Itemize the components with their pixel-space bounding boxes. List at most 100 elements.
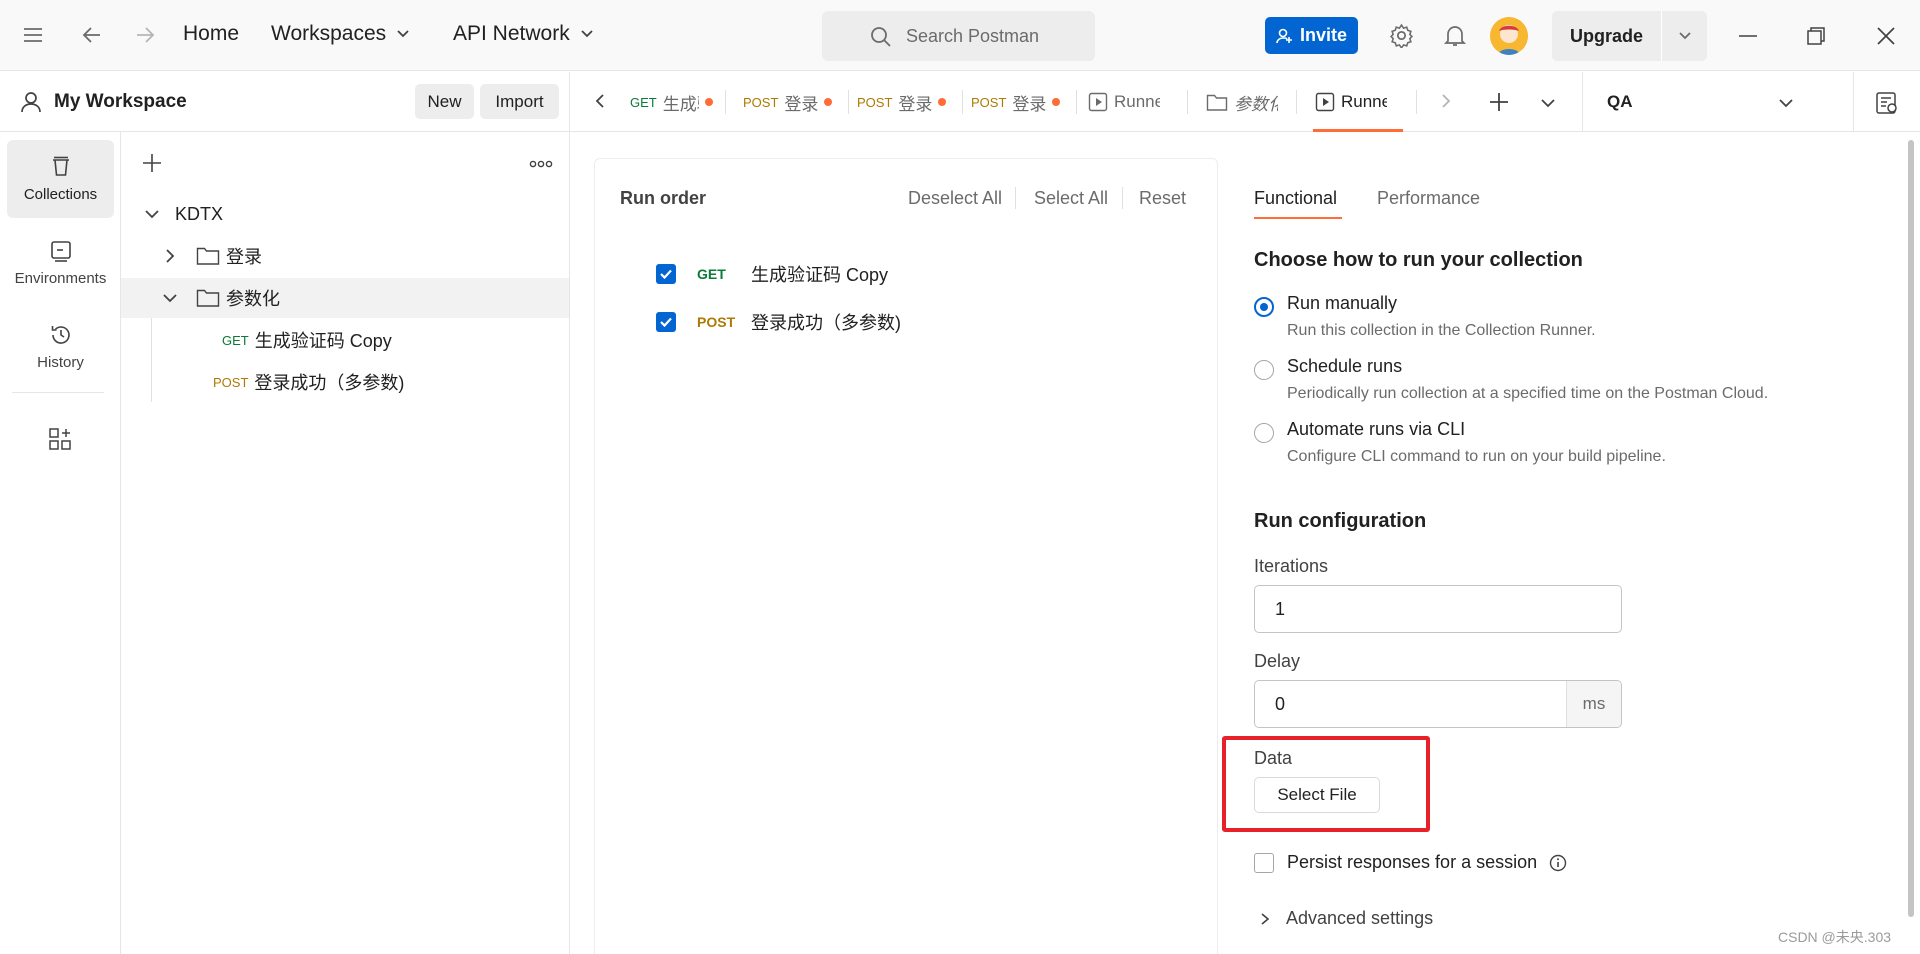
tab-request[interactable]: GET 生成验 bbox=[630, 72, 720, 132]
request-name: 生成验证码 Copy bbox=[751, 265, 889, 285]
folder-icon bbox=[196, 247, 220, 265]
tab-list-chevron-icon[interactable] bbox=[1540, 95, 1556, 111]
divider bbox=[1076, 90, 1077, 114]
invite-button[interactable]: Invite bbox=[1265, 17, 1358, 54]
collection-search-input[interactable] bbox=[177, 146, 517, 182]
checkbox-checked[interactable] bbox=[656, 312, 676, 332]
api-network-menu[interactable]: API Network bbox=[453, 22, 594, 46]
request-name: 登录成功（多参数) bbox=[751, 313, 901, 333]
advanced-settings-toggle[interactable]: Advanced settings bbox=[1258, 908, 1433, 929]
checkbox-unchecked[interactable] bbox=[1254, 852, 1274, 873]
back-arrow-icon[interactable] bbox=[81, 24, 103, 46]
settings-gear-icon[interactable] bbox=[1389, 23, 1414, 48]
method-badge: POST bbox=[743, 94, 779, 110]
upgrade-button[interactable]: Upgrade bbox=[1552, 11, 1707, 61]
method-badge: POST bbox=[213, 374, 249, 390]
run-order-item[interactable]: GET 生成验证码 Copy bbox=[656, 261, 888, 287]
run-order-item[interactable]: POST 登录成功（多参数) bbox=[656, 309, 901, 335]
tree-collection[interactable]: KDTX bbox=[121, 194, 569, 234]
tree-request[interactable]: GET 生成验证码 Copy bbox=[121, 320, 569, 360]
tab-performance[interactable]: Performance bbox=[1377, 188, 1480, 209]
checkbox-checked[interactable] bbox=[656, 264, 676, 284]
chevron-down-icon bbox=[1779, 99, 1793, 108]
scrollbar[interactable] bbox=[1908, 140, 1914, 917]
method-badge: GET bbox=[630, 94, 657, 110]
tab-functional[interactable]: Functional bbox=[1254, 188, 1337, 209]
folder-name: 登录 bbox=[226, 247, 262, 267]
environment-selector[interactable]: QA bbox=[1583, 72, 1823, 132]
avatar[interactable] bbox=[1490, 17, 1528, 55]
chevron-right-icon bbox=[166, 249, 175, 263]
workspace-name[interactable]: My Workspace bbox=[54, 91, 187, 113]
more-options-icon[interactable] bbox=[529, 160, 553, 168]
reset-button[interactable]: Reset bbox=[1139, 188, 1186, 209]
rail-history[interactable]: History bbox=[7, 308, 114, 386]
select-file-button[interactable]: Select File bbox=[1254, 777, 1380, 813]
notification-bell-icon[interactable] bbox=[1443, 23, 1467, 48]
tab-runner[interactable]: Runne bbox=[1088, 72, 1170, 132]
restore-window-icon[interactable] bbox=[1806, 26, 1826, 46]
tab-request[interactable]: POST 登录 bbox=[971, 72, 1071, 132]
folder-icon bbox=[196, 289, 220, 307]
run-config-heading: Run configuration bbox=[1254, 510, 1427, 532]
iterations-label: Iterations bbox=[1254, 556, 1329, 576]
radio-unselected[interactable] bbox=[1254, 360, 1274, 380]
chevron-down-icon bbox=[397, 30, 409, 38]
tab-folder[interactable]: 参数化 bbox=[1206, 72, 1288, 132]
data-label: Data bbox=[1254, 748, 1293, 768]
forward-arrow-icon[interactable] bbox=[134, 24, 156, 46]
menu-icon[interactable] bbox=[22, 24, 44, 46]
import-button[interactable]: Import bbox=[480, 84, 559, 119]
tab-label: 登录 bbox=[1012, 94, 1047, 114]
option-description: Run this collection in the Collection Ru… bbox=[1287, 322, 1596, 339]
delay-unit: ms bbox=[1566, 681, 1621, 727]
deselect-all-button[interactable]: Deselect All bbox=[908, 188, 1002, 209]
tab-scroll-left-icon[interactable] bbox=[592, 93, 608, 109]
history-icon bbox=[51, 325, 70, 344]
tab-scroll-right-icon[interactable] bbox=[1438, 93, 1454, 109]
delay-input[interactable]: 0 ms bbox=[1254, 680, 1622, 728]
run-config-panel: Functional Performance Choose how to run… bbox=[1218, 132, 1900, 954]
option-description: Configure CLI command to run on your bui… bbox=[1287, 448, 1666, 465]
radio-unselected[interactable] bbox=[1254, 423, 1274, 443]
rail-environments[interactable]: Environments bbox=[7, 224, 114, 302]
tab-label: Runne bbox=[1114, 92, 1160, 111]
unsaved-dot bbox=[704, 98, 713, 106]
chevron-down-icon bbox=[581, 30, 593, 38]
rail-collections[interactable]: Collections bbox=[7, 140, 114, 218]
new-tab-plus-icon[interactable] bbox=[1488, 91, 1510, 113]
tree-request[interactable]: POST 登录成功（多参数) bbox=[121, 362, 569, 402]
home-link[interactable]: Home bbox=[183, 22, 239, 46]
search-icon bbox=[870, 26, 892, 48]
add-user-icon bbox=[1276, 28, 1292, 43]
request-name: 生成验证码 Copy bbox=[254, 331, 392, 351]
option-title: Schedule runs bbox=[1287, 356, 1403, 376]
api-network-label: API Network bbox=[453, 22, 570, 45]
persist-label: Persist responses for a session bbox=[1287, 852, 1538, 872]
minimize-icon[interactable] bbox=[1737, 26, 1759, 46]
tab-bar: GET 生成验 POST 登录 POST 登录 POST 登录 Runne 参数… bbox=[570, 72, 1920, 132]
workspaces-menu[interactable]: Workspaces bbox=[271, 22, 410, 46]
tree-folder-selected[interactable]: 参数化 bbox=[121, 278, 569, 318]
collections-icon bbox=[52, 156, 69, 176]
tab-request[interactable]: POST 登录 bbox=[743, 72, 843, 132]
configure-sidebar-icon[interactable] bbox=[48, 427, 72, 451]
environment-quick-look-icon[interactable] bbox=[1875, 91, 1899, 115]
option-title: Automate runs via CLI bbox=[1287, 419, 1466, 439]
radio-selected[interactable] bbox=[1254, 297, 1274, 317]
info-icon[interactable] bbox=[1549, 854, 1567, 872]
persist-responses-option[interactable]: Persist responses for a session bbox=[1254, 852, 1567, 873]
divider bbox=[12, 392, 104, 393]
tab-request[interactable]: POST 登录 bbox=[857, 72, 957, 132]
close-icon[interactable] bbox=[1875, 25, 1897, 47]
select-all-button[interactable]: Select All bbox=[1034, 188, 1108, 209]
iterations-input[interactable]: 1 bbox=[1254, 585, 1622, 633]
search-placeholder: Search Postman bbox=[906, 25, 1040, 46]
add-collection-plus-icon[interactable] bbox=[142, 153, 162, 173]
tree-folder[interactable]: 登录 bbox=[121, 236, 569, 276]
tab-runner-active[interactable]: Runne bbox=[1315, 72, 1397, 132]
search-input[interactable]: Search Postman bbox=[822, 11, 1095, 61]
chevron-down-icon[interactable] bbox=[1662, 29, 1707, 43]
tab-label: Runne bbox=[1341, 92, 1387, 111]
new-button[interactable]: New bbox=[415, 84, 474, 119]
